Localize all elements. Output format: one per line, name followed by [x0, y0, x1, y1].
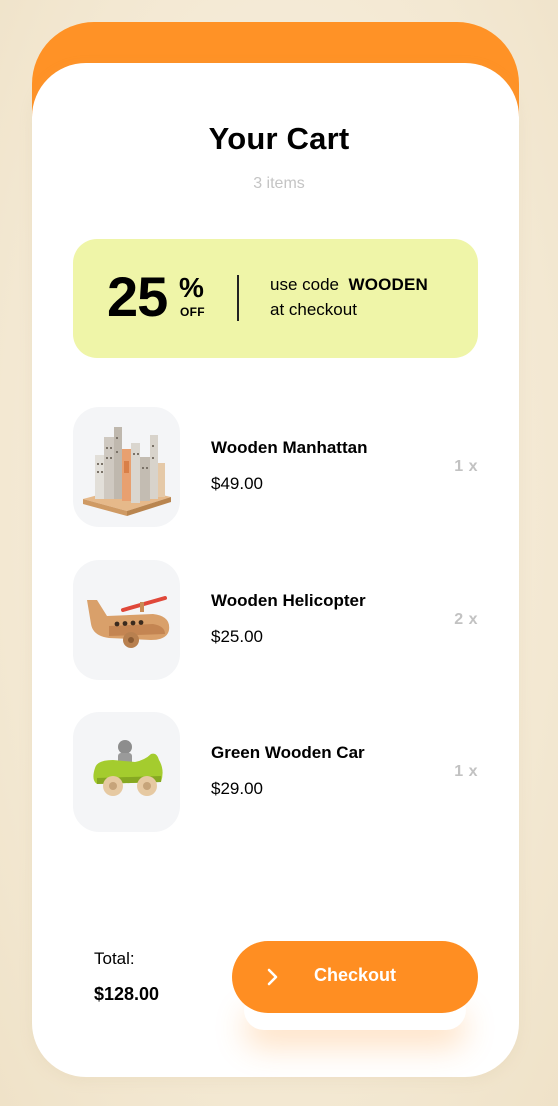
item-count: 3 items	[253, 175, 305, 192]
promo-divider	[237, 275, 239, 321]
item-price: $25.00	[211, 627, 263, 646]
item-name: Green Wooden Car	[211, 743, 365, 762]
promo-text-prefix: use code	[270, 275, 339, 294]
item-name: Wooden Helicopter	[211, 591, 366, 610]
promo-banner: 25 % OFF use code WOODEN at checkout	[73, 239, 478, 358]
wooden-city-blocks-icon	[73, 407, 180, 527]
item-name: Wooden Manhattan	[211, 438, 368, 457]
green-wooden-car-icon	[73, 712, 180, 832]
item-quantity[interactable]: 2 x	[454, 611, 478, 629]
cart-item[interactable]: Green Wooden Car $29.00 1 x	[73, 712, 478, 832]
total-value: $128.00	[94, 984, 160, 1004]
checkout-button[interactable]: Checkout	[232, 941, 478, 1013]
item-quantity[interactable]: 1 x	[454, 763, 478, 781]
promo-off-label: OFF	[180, 305, 205, 319]
checkout-label: Checkout	[313, 965, 396, 985]
promo-text-suffix: at checkout	[270, 300, 357, 319]
item-price: $49.00	[211, 474, 263, 493]
wooden-helicopter-icon	[73, 560, 180, 680]
item-price: $29.00	[211, 779, 263, 798]
total-label: Total:	[94, 949, 135, 968]
page-title: Your Cart	[208, 121, 350, 156]
promo-text: use code WOODEN at checkout	[270, 272, 428, 322]
item-quantity[interactable]: 1 x	[454, 458, 478, 476]
promo-code: WOODEN	[348, 275, 429, 294]
cart-item[interactable]: Wooden Manhattan $49.00 1 x	[73, 407, 478, 527]
cart-item[interactable]: Wooden Helicopter $25.00 2 x	[73, 560, 478, 680]
promo-discount: 25	[107, 265, 168, 328]
promo-percent-sign: %	[179, 272, 204, 303]
